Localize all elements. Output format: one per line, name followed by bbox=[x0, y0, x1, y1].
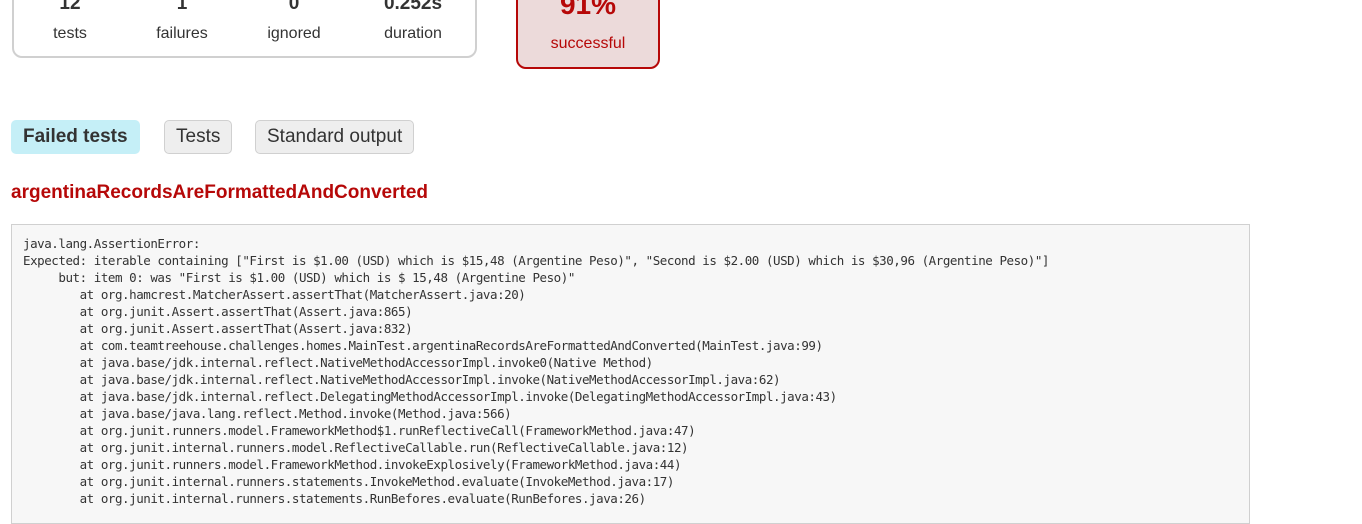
failed-test-name: argentinaRecordsAreFormattedAndConverted bbox=[11, 182, 429, 203]
tab-tests[interactable]: Tests bbox=[164, 120, 233, 154]
ignored-label: ignored bbox=[267, 25, 321, 42]
tests-label: tests bbox=[53, 25, 87, 42]
trace-line: at java.base/jdk.internal.reflect.Native… bbox=[23, 355, 654, 370]
duration-value: 0.252s bbox=[383, 0, 443, 14]
trace-line: at java.base/jdk.internal.reflect.Native… bbox=[23, 372, 781, 387]
trace-line: at java.base/jdk.internal.reflect.Delega… bbox=[23, 389, 838, 404]
tests-count: 12 bbox=[59, 0, 81, 14]
trace-line: at com.teamtreehouse.challenges.homes.Ma… bbox=[23, 338, 823, 353]
trace-line: at org.junit.runners.model.FrameworkMeth… bbox=[23, 423, 696, 438]
tab-failed-tests[interactable]: Failed tests bbox=[11, 120, 140, 154]
trace-line: at org.junit.Assert.assertThat(Assert.ja… bbox=[23, 304, 413, 319]
trace-line: at org.junit.internal.runners.model.Refl… bbox=[23, 440, 689, 455]
trace-line: at java.base/java.lang.reflect.Method.in… bbox=[23, 406, 512, 421]
trace-line: at org.hamcrest.MatcherAssert.assertThat… bbox=[23, 287, 526, 302]
trace-line: but: item 0: was "First is $1.00 (USD) w… bbox=[23, 270, 575, 285]
tab-standard-output[interactable]: Standard output bbox=[255, 120, 415, 154]
failures-label: failures bbox=[156, 25, 208, 42]
trace-line: at org.junit.runners.model.FrameworkMeth… bbox=[23, 457, 682, 472]
success-rate-value: 91% bbox=[559, 0, 617, 20]
trace-line: at org.junit.internal.runners.statements… bbox=[23, 491, 647, 506]
ignored-count: 0 bbox=[288, 0, 300, 14]
success-rate-label: successful bbox=[550, 35, 626, 52]
failures-count: 1 bbox=[176, 0, 188, 14]
success-rate-box: 91% successful bbox=[516, 0, 660, 69]
trace-line: java.lang.AssertionError: bbox=[23, 236, 207, 251]
trace-line: at org.junit.internal.runners.statements… bbox=[23, 474, 675, 489]
trace-line: Expected: iterable containing ["First is… bbox=[23, 253, 1049, 268]
summary-counters-box: 12 tests 1 failures 0 ignored 0.252s dur… bbox=[12, 0, 477, 58]
stack-trace: java.lang.AssertionError: Expected: iter… bbox=[23, 235, 1238, 507]
stack-trace-box: java.lang.AssertionError: Expected: iter… bbox=[11, 224, 1250, 524]
duration-label: duration bbox=[384, 25, 442, 42]
trace-line: at org.junit.Assert.assertThat(Assert.ja… bbox=[23, 321, 413, 336]
